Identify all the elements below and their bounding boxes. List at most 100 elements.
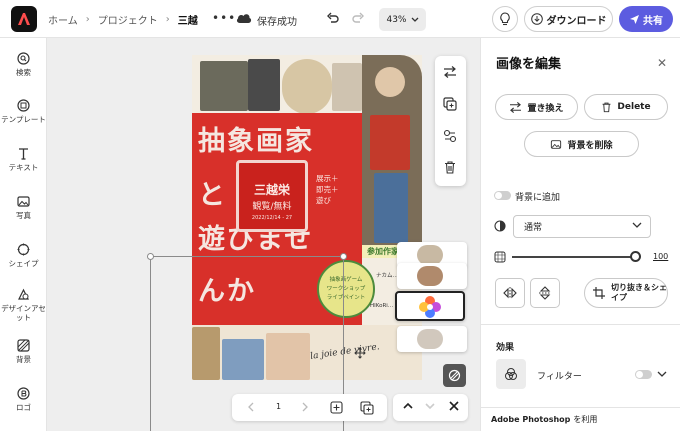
trash-icon[interactable] bbox=[443, 160, 457, 174]
remove-background-label: 背景を削除 bbox=[567, 140, 613, 151]
breadcrumb-home[interactable]: ホーム bbox=[48, 12, 78, 27]
filter-toggle[interactable] bbox=[635, 370, 652, 379]
seal-date: 2022/12/14 - 27 bbox=[251, 215, 293, 221]
duplicate-icon[interactable] bbox=[443, 97, 457, 111]
add-page-icon[interactable] bbox=[330, 401, 343, 414]
resize-handle-top-left[interactable] bbox=[147, 253, 154, 260]
activities-badge[interactable]: 抽象画ゲーム ワークショップ ライブペイント bbox=[317, 260, 375, 318]
rail-item-design-assets[interactable]: デザインアセット bbox=[0, 288, 47, 322]
photo-bottom-3[interactable] bbox=[266, 333, 310, 380]
arrange-icon[interactable] bbox=[443, 129, 457, 143]
undo-icon[interactable] bbox=[326, 11, 340, 25]
text-icon bbox=[19, 148, 28, 160]
chevron-right-icon: › bbox=[85, 13, 90, 25]
chevron-up-icon[interactable] bbox=[402, 400, 414, 412]
shape-icon bbox=[17, 243, 30, 256]
add-to-background-toggle[interactable] bbox=[494, 191, 511, 200]
filter-icon bbox=[505, 368, 517, 380]
close-icon[interactable] bbox=[448, 400, 460, 412]
search-icon bbox=[17, 52, 30, 65]
photo-man-face bbox=[375, 67, 405, 97]
chevron-right-icon[interactable] bbox=[300, 401, 310, 413]
thumbnail bbox=[417, 266, 443, 286]
photo-man-glasses[interactable] bbox=[200, 61, 248, 111]
close-panel-button[interactable]: ✕ bbox=[657, 56, 667, 70]
rail-item-logo[interactable]: ロゴ bbox=[0, 387, 47, 412]
kanji-title-top[interactable]: 抽象画家 bbox=[198, 119, 314, 158]
download-label: ダウンロード bbox=[546, 15, 607, 27]
side-text[interactable]: 展示＋ 即売＋ 遊び bbox=[316, 173, 339, 206]
layer-toggle-button[interactable] bbox=[443, 364, 466, 387]
photo-bottom-1[interactable] bbox=[192, 327, 220, 380]
share-button[interactable]: 共有 bbox=[619, 6, 673, 32]
flip-horizontal-button[interactable] bbox=[495, 278, 525, 308]
cloud-icon bbox=[236, 14, 252, 23]
remove-background-button[interactable]: 背景を削除 bbox=[524, 131, 639, 157]
image-thumb-4[interactable] bbox=[397, 326, 467, 352]
image-thumb-selected[interactable] bbox=[395, 291, 465, 321]
side-text-line: 展示＋ bbox=[316, 174, 339, 183]
chevron-down-icon[interactable] bbox=[657, 370, 667, 378]
opacity-icon bbox=[494, 251, 506, 263]
panel-divider bbox=[481, 324, 680, 325]
move-icon[interactable] bbox=[354, 347, 366, 359]
left-rail: 検索 テンプレート テキスト 写真 シェイプ デザインアセット 背景 ロゴ bbox=[0, 38, 47, 431]
more-options-button[interactable]: ••• bbox=[212, 11, 236, 25]
poster-artboard[interactable]: 抽象画家 と 遊びませ んか 三越栄 観覧/無料 2022/12/14 - 27… bbox=[192, 55, 422, 380]
zoom-value: 43% bbox=[386, 14, 407, 25]
chevron-down-icon[interactable] bbox=[424, 400, 436, 412]
photoshop-flower-icon bbox=[419, 296, 441, 318]
ideas-button[interactable] bbox=[492, 6, 518, 32]
duplicate-page-icon[interactable] bbox=[360, 401, 374, 415]
opacity-slider-handle[interactable] bbox=[630, 251, 641, 262]
zoom-select[interactable]: 43% bbox=[379, 8, 426, 31]
delete-button[interactable]: Delete bbox=[584, 94, 668, 120]
replace-icon[interactable] bbox=[443, 66, 457, 78]
kanji-title-last[interactable]: んか bbox=[198, 269, 256, 308]
canvas-area[interactable]: 抽象画家 と 遊びませ んか 三越栄 観覧/無料 2022/12/14 - 27… bbox=[47, 38, 480, 431]
rail-label: テンプレート bbox=[1, 115, 46, 124]
photo-gallery-wall[interactable] bbox=[332, 63, 362, 111]
panel-title: 画像を編集 bbox=[496, 57, 562, 72]
breadcrumb-current[interactable]: 三越 bbox=[178, 12, 198, 27]
download-icon bbox=[530, 13, 543, 25]
badge-line: ライブペイント bbox=[326, 294, 366, 301]
opacity-slider-track[interactable] bbox=[512, 256, 637, 258]
download-button[interactable]: ダウンロード bbox=[524, 6, 613, 32]
event-seal[interactable]: 三越栄 観覧/無料 2022/12/14 - 27 bbox=[236, 160, 308, 232]
resize-handle-top-right[interactable] bbox=[340, 253, 347, 260]
crop-label: 切り抜き＆シェ イプ bbox=[611, 283, 667, 303]
image-thumb-2[interactable] bbox=[397, 263, 467, 289]
blend-mode-select[interactable]: 通常 bbox=[513, 215, 651, 238]
filter-label: フィルター bbox=[537, 372, 582, 382]
rail-item-search[interactable]: 検索 bbox=[0, 52, 47, 77]
photo-bottom-2[interactable] bbox=[222, 339, 264, 380]
rail-item-photos[interactable]: 写真 bbox=[0, 195, 47, 220]
rail-item-text[interactable]: テキスト bbox=[0, 147, 47, 172]
blend-mode-icon bbox=[494, 220, 506, 232]
photo-plaid-shirt bbox=[370, 115, 410, 170]
flip-vertical-button[interactable] bbox=[530, 278, 560, 308]
lightbulb-icon bbox=[500, 12, 510, 26]
trash-icon bbox=[602, 102, 611, 113]
rail-item-templates[interactable]: テンプレート bbox=[0, 99, 47, 124]
opacity-value[interactable]: 100 bbox=[653, 252, 668, 261]
save-status: 保存成功 bbox=[257, 17, 297, 28]
redo-icon[interactable] bbox=[351, 11, 365, 25]
photo-painting-dark[interactable] bbox=[248, 59, 280, 111]
crop-and-shape-button[interactable]: 切り抜き＆シェ イプ bbox=[584, 278, 668, 308]
replace-button[interactable]: 置き換え bbox=[495, 94, 578, 120]
rail-item-shapes[interactable]: シェイプ bbox=[0, 243, 47, 268]
breadcrumb-projects[interactable]: プロジェクト bbox=[98, 12, 158, 27]
flip-vertical-icon bbox=[539, 286, 551, 300]
kanji-title-mid[interactable]: と bbox=[198, 173, 227, 212]
crop-icon bbox=[593, 287, 605, 299]
chevron-left-icon[interactable] bbox=[246, 401, 256, 413]
rail-item-background[interactable]: 背景 bbox=[0, 339, 47, 364]
adobe-express-logo[interactable] bbox=[11, 6, 37, 32]
seal-subtitle: 観覧/無料 bbox=[252, 202, 292, 212]
badge-line: ワークショップ bbox=[326, 285, 366, 292]
photo-woman-hat[interactable] bbox=[282, 59, 332, 114]
filter-thumbnail[interactable] bbox=[496, 359, 526, 389]
chevron-down-icon bbox=[632, 222, 642, 228]
